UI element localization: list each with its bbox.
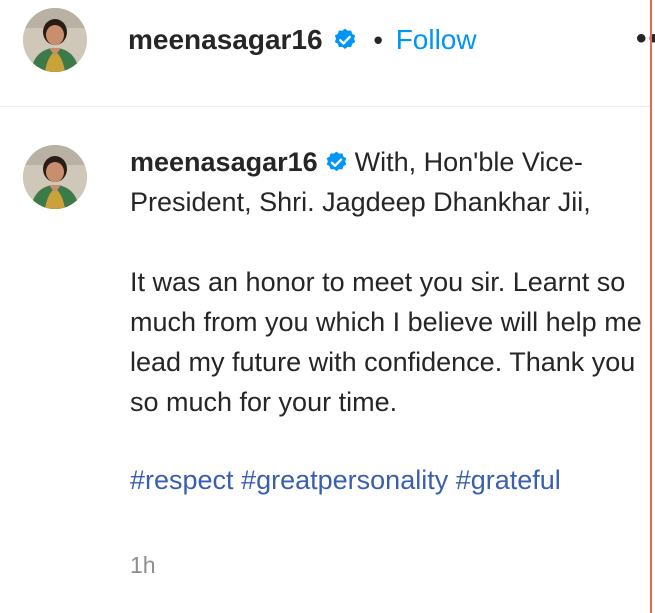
post-header: meenasagar16 • Follow •• (0, 0, 655, 107)
avatar[interactable] (23, 8, 87, 72)
hashtag-respect[interactable]: #respect (130, 465, 234, 495)
post-timestamp: 1h (130, 552, 156, 578)
caption-body: It was an honor to meet you sir. Learnt … (130, 267, 642, 417)
post-view: meenasagar16 • Follow •• meenasa (0, 0, 655, 613)
hashtag-list: #respect #greatpersonality #grateful (130, 460, 650, 500)
more-options-icon[interactable]: •• (636, 24, 655, 54)
right-edge-border (650, 0, 652, 613)
follow-button[interactable]: Follow (396, 24, 477, 56)
verified-badge-icon (334, 28, 355, 49)
hashtag-grateful[interactable]: #grateful (456, 465, 561, 495)
caption-avatar[interactable] (23, 145, 87, 209)
separator-dot: • (373, 24, 383, 55)
hashtag-greatpersonality[interactable]: #greatpersonality (241, 465, 448, 495)
header-username[interactable]: meenasagar16 (128, 24, 323, 56)
caption-first-paragraph: meenasagar16 With, Hon'ble Vice-Presiden… (130, 142, 650, 222)
caption: meenasagar16 With, Hon'ble Vice-Presiden… (130, 142, 650, 500)
caption-username[interactable]: meenasagar16 (130, 147, 318, 177)
verified-badge-icon (326, 151, 346, 172)
